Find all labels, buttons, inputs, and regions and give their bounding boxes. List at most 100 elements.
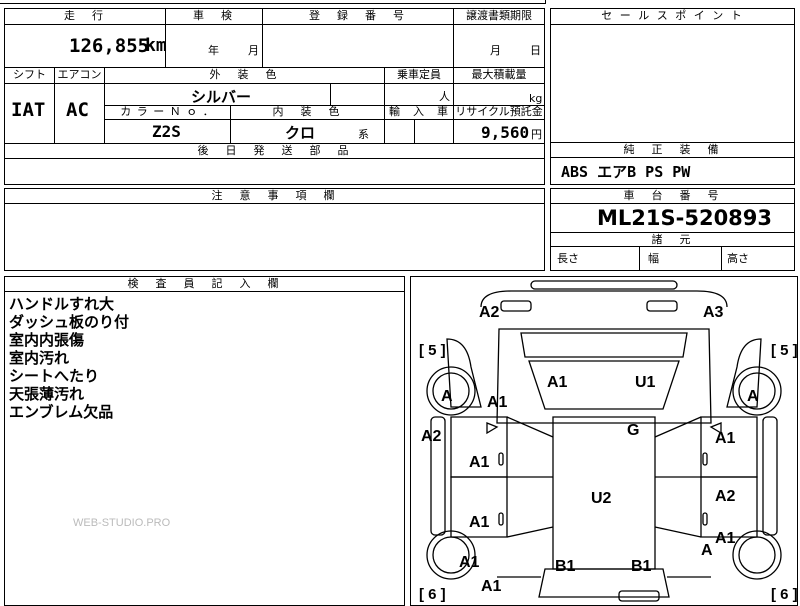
transfer-day-label: 日 (530, 44, 541, 57)
equipment-value: ABS エアB PS PW (561, 163, 691, 181)
damage-mark: B1 (631, 558, 652, 575)
ac-header: エアコン (55, 68, 105, 84)
exterior-value: シルバー (191, 88, 252, 106)
inspector-note: エンブレム欠品 (9, 403, 114, 421)
interior-header: 内 装 色 (231, 106, 385, 120)
transfer-header: 譲渡書類期限 (454, 9, 544, 25)
damage-labels: A2 A3[ 5 ][ 5 ]A AA1U1A1A2 G A1A1A1U2 A2A1A1A… (419, 304, 797, 603)
caution-header: 注 意 事 項 欄 (5, 189, 544, 204)
recycle-header: リサイクル預託金 (454, 105, 544, 120)
recycle-unit: 円 (531, 128, 542, 141)
damage-mark: B1 (555, 558, 576, 575)
inspector-note: 室内内張傷 (9, 331, 85, 349)
inspector-note: ハンドルすれ大 (9, 295, 115, 313)
inspection-header: 車 検 (166, 9, 263, 25)
inspector-note: 室内汚れ (9, 349, 70, 367)
right-rear-handle-shape (702, 512, 708, 526)
mileage-unit: km (145, 35, 167, 56)
import-header: 輸 入 車 (385, 106, 454, 120)
interior-suffix: 系 (358, 128, 369, 141)
sales-point-header: セ ー ル ス ポ イ ン ト (551, 9, 794, 25)
chassis-box: 車 台 番 号 ML21S-520893 諸 元 長さ 幅 高さ (550, 188, 795, 271)
car-damage-diagram: A2 A3[ 5 ][ 5 ]A AA1U1A1A2 G A1A1A1U2 A2A1A1A… (419, 280, 797, 603)
mileage-value: 126,855 (69, 35, 150, 57)
right-front-door-shape (700, 416, 758, 478)
damage-mark: A1 (459, 554, 480, 571)
right-pillar-shape (654, 416, 702, 538)
mileage-header: 走 行 (5, 9, 166, 25)
import-cell-b (415, 120, 454, 144)
interior-value: クロ (285, 124, 316, 142)
damage-mark: A1 (487, 394, 508, 411)
damage-mark: A1 (481, 578, 502, 595)
damage-map-box: A2 A3[ 5 ][ 5 ] A A A1 U1 A1 A2 G A1 A1 A1 U2 A2 A1 A1 A… (410, 276, 798, 606)
recycle-value: 9,560 (481, 123, 530, 142)
color-no-value: Z2S (152, 122, 181, 141)
damage-mark: A (441, 388, 453, 405)
exterior-cell-extra (331, 84, 385, 106)
rear-right-wheel-inner (738, 536, 776, 574)
left-pillar-shape (506, 416, 554, 538)
equipment-header: 純 正 装 備 (551, 143, 794, 158)
length-label: 長さ (557, 252, 579, 265)
later-parts-header: 後 日 発 送 部 品 (5, 144, 544, 159)
damage-mark: A2 (479, 304, 500, 321)
color-no-header: カ ラ ー Ｎ ｏ ． (105, 106, 231, 120)
registration-cell (263, 25, 454, 68)
top-fragment (0, 0, 546, 4)
inspector-box: 検 査 員 記 入 欄 ハンドルすれ大 ダッシュ板のり付 室内内張傷 室内汚れ … (4, 276, 405, 606)
damage-mark: [ 5 ] (419, 342, 446, 359)
left-front-handle-shape (498, 452, 504, 466)
sales-point-box: セ ー ル ス ポ イ ン ト (550, 8, 795, 143)
damage-mark: A1 (469, 514, 490, 531)
damage-mark: U1 (635, 374, 656, 391)
inspector-note: 天張薄汚れ (9, 385, 85, 403)
import-cell-a (385, 120, 415, 144)
right-sill-shape (762, 416, 778, 536)
watermark: WEB-STUDIO.PRO (73, 517, 171, 529)
damage-mark: A1 (547, 374, 568, 391)
damage-mark: A (701, 542, 713, 559)
shift-header: シフト (5, 68, 55, 84)
width-label: 幅 (648, 252, 659, 265)
damage-mark: [ 5 ] (771, 342, 797, 359)
shift-value: IAT (11, 99, 46, 121)
transfer-month-label: 月 (490, 44, 501, 57)
inspector-header: 検 査 員 記 入 欄 (5, 277, 404, 292)
damage-mark: A1 (715, 430, 736, 447)
right-rear-door-shape (700, 476, 758, 538)
vehicle-info-table: 走 行 車 検 登 録 番 号 譲渡書類期限 126,855 km 年 月 月 … (4, 8, 545, 185)
left-mirror-shape (486, 422, 499, 435)
load-header: 最大積載量 (454, 68, 544, 84)
inspector-note: ダッシュ板のり付 (9, 313, 130, 331)
damage-mark: A (747, 388, 759, 405)
load-unit: kg (529, 92, 543, 105)
caution-box: 注 意 事 項 欄 (4, 188, 545, 271)
headlight-left-shape (500, 300, 532, 312)
chassis-value: ML21S-520893 (597, 206, 773, 230)
headlight-right-shape (646, 300, 678, 312)
capacity-header: 乗車定員 (385, 68, 454, 84)
damage-mark: U2 (591, 490, 612, 507)
exterior-header: 外 装 色 (105, 68, 385, 84)
equipment-box: 純 正 装 備 ABS エアB PS PW (550, 142, 795, 185)
damage-mark: A1 (469, 454, 490, 471)
chassis-header: 車 台 番 号 (551, 189, 794, 204)
damage-mark: A3 (703, 304, 724, 321)
dimensions-header: 諸 元 (551, 232, 794, 247)
damage-mark: A2 (715, 488, 736, 505)
ac-value: AC (66, 99, 89, 121)
inspector-note: シートへたり (9, 367, 100, 385)
damage-mark: A2 (421, 428, 442, 445)
registration-header: 登 録 番 号 (263, 9, 454, 25)
front-outline-shape (480, 290, 728, 308)
damage-mark: [ 6 ] (771, 586, 797, 603)
inspection-year-label: 年 (208, 44, 219, 57)
height-label: 高さ (727, 252, 749, 265)
hood-shape (520, 332, 688, 358)
left-rear-handle-shape (498, 512, 504, 526)
damage-mark: [ 6 ] (419, 586, 446, 603)
damage-mark: A1 (715, 530, 736, 547)
damage-mark: G (627, 422, 639, 439)
right-front-handle-shape (702, 452, 708, 466)
